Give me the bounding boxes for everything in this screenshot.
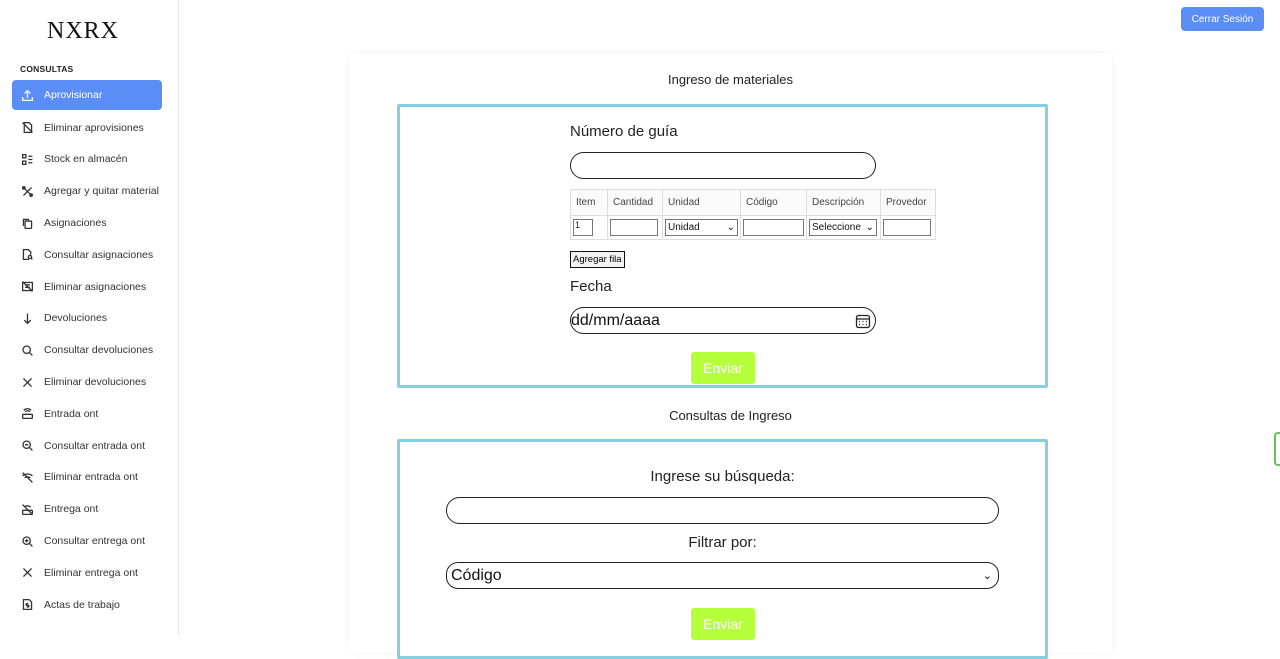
file-dollar-icon bbox=[20, 598, 34, 612]
consultas-form: Ingrese su búsqueda: Filtrar por: Código… bbox=[397, 439, 1048, 659]
sidebar-item-eliminar-entrega-ont[interactable]: Eliminar entrega ont bbox=[12, 557, 162, 589]
sidebar-item-asignaciones[interactable]: Asignaciones bbox=[12, 207, 162, 239]
sidebar-item-label: Eliminar entrada ont bbox=[44, 471, 138, 484]
sidebar-item-consultar-entrada-ont[interactable]: Consultar entrada ont bbox=[12, 430, 162, 462]
sidebar-item-label: Agregar y quitar material bbox=[44, 185, 159, 198]
sidebar-item-label: Consultar asignaciones bbox=[44, 248, 154, 261]
sidebar-item-entrega-ont[interactable]: Entrega ont bbox=[12, 493, 162, 525]
chevron-down-icon: ⌄ bbox=[982, 570, 992, 582]
consultas-submit-button[interactable]: Enviar bbox=[691, 608, 755, 640]
descripcion-select[interactable]: Seleccione ⌄ bbox=[809, 219, 877, 236]
filter-value: Código bbox=[451, 566, 502, 584]
sidebar-item-label: Consultar devoluciones bbox=[44, 344, 154, 357]
sidebar-menu: Aprovisionar Eliminar aprovisiones Stock… bbox=[12, 80, 162, 621]
main-card: Ingreso de materiales Número de guía Ite… bbox=[349, 53, 1112, 659]
chevron-down-icon: ⌄ bbox=[726, 222, 735, 233]
sidebar-item-label: Eliminar devoluciones bbox=[44, 376, 147, 389]
close-icon bbox=[20, 375, 34, 389]
sidebar-item-label: Eliminar asignaciones bbox=[44, 280, 147, 293]
table-row: 1 Unidad ⌄ Seleccione ⌄ bbox=[570, 215, 936, 240]
unidad-select[interactable]: Unidad ⌄ bbox=[665, 219, 738, 236]
zoom-in-icon bbox=[20, 534, 34, 548]
sidebar-item-label: Aprovisionar bbox=[44, 89, 103, 101]
sidebar-item-label: Actas de trabajo bbox=[44, 598, 120, 611]
sidebar-item-consultar-devoluciones[interactable]: Consultar devoluciones bbox=[12, 334, 162, 366]
sidebar-item-consultar-asignaciones[interactable]: Consultar asignaciones bbox=[12, 239, 162, 271]
wifi-off-icon bbox=[20, 470, 34, 484]
ingreso-title: Ingreso de materiales bbox=[667, 72, 793, 87]
router-icon bbox=[20, 407, 34, 421]
sidebar-item-stock[interactable]: Stock en almacén bbox=[12, 144, 162, 176]
sidebar-item-eliminar-aprovisiones[interactable]: Eliminar aprovisiones bbox=[12, 112, 162, 144]
sidebar-item-label: Asignaciones bbox=[44, 217, 107, 230]
sidebar-item-label: Eliminar entrega ont bbox=[44, 566, 138, 579]
column-header: Descripción bbox=[806, 189, 881, 216]
column-header: Provedor bbox=[880, 189, 936, 216]
column-header: Cantidad bbox=[607, 189, 663, 216]
item-input[interactable]: 1 bbox=[573, 219, 593, 236]
guia-label: Número de guía bbox=[570, 123, 678, 140]
search-icon bbox=[20, 343, 34, 357]
copy-icon bbox=[20, 216, 34, 230]
descripcion-value: Seleccione bbox=[812, 222, 861, 233]
file-off-icon bbox=[20, 121, 34, 135]
sidebar-item-eliminar-asignaciones[interactable]: Eliminar asignaciones bbox=[12, 271, 162, 303]
upload-icon bbox=[20, 88, 34, 102]
cantidad-input[interactable] bbox=[610, 219, 658, 236]
sidebar-item-label: Stock en almacén bbox=[44, 153, 128, 166]
list-off-icon bbox=[20, 280, 34, 294]
column-header: Código bbox=[740, 189, 807, 216]
sidebar-item-actas[interactable]: Actas de trabajo bbox=[12, 589, 162, 621]
provedor-input[interactable] bbox=[883, 219, 931, 236]
arrow-down-icon bbox=[20, 311, 34, 325]
close-icon bbox=[20, 566, 34, 580]
brand-logo: NXRX bbox=[46, 18, 119, 44]
search-input[interactable] bbox=[446, 497, 999, 524]
sidebar-item-eliminar-devoluciones[interactable]: Eliminar devoluciones bbox=[12, 366, 162, 398]
chevron-down-icon: ⌄ bbox=[865, 222, 874, 233]
sidebar-item-devoluciones[interactable]: Devoluciones bbox=[12, 303, 162, 335]
sidebar: NXRX CONSULTAS Aprovisionar Eliminar apr… bbox=[0, 0, 179, 635]
materials-table: Item Cantidad Unidad Código Descripción … bbox=[570, 189, 936, 240]
sidebar-item-entrada-ont[interactable]: Entrada ont bbox=[12, 398, 162, 430]
fecha-label: Fecha bbox=[570, 278, 612, 295]
table-header-row: Item Cantidad Unidad Código Descripción … bbox=[570, 189, 936, 216]
fecha-input[interactable]: dd/mm/aaaa bbox=[570, 307, 876, 334]
sidebar-item-label: Entrada ont bbox=[44, 407, 99, 420]
ingreso-form: Número de guía Item Cantidad Unidad Códi… bbox=[397, 104, 1048, 388]
sidebar-item-agregar-quitar[interactable]: Agregar y quitar material bbox=[12, 175, 162, 207]
logout-button[interactable]: Cerrar Sesión bbox=[1181, 7, 1264, 31]
sidebar-item-aprovisionar[interactable]: Aprovisionar bbox=[12, 80, 162, 110]
router-off-icon bbox=[20, 502, 34, 516]
column-header: Item bbox=[570, 189, 608, 216]
sidebar-item-label: Entrega ont bbox=[44, 503, 99, 516]
filter-select[interactable]: Código ⌄ bbox=[446, 562, 999, 589]
codigo-input[interactable] bbox=[743, 219, 804, 236]
sidebar-item-label: Consultar entrada ont bbox=[44, 439, 145, 452]
search-label: Ingrese su búsqueda: bbox=[650, 468, 795, 485]
filter-label: Filtrar por: bbox=[688, 534, 757, 551]
sidebar-item-label: Eliminar aprovisiones bbox=[44, 121, 144, 134]
sidebar-item-label: Devoluciones bbox=[44, 312, 108, 325]
sidebar-item-label: Consultar entrega ont bbox=[44, 535, 145, 548]
list-check-icon bbox=[20, 152, 34, 166]
guia-input[interactable] bbox=[570, 152, 876, 179]
ingreso-submit-button[interactable]: Enviar bbox=[691, 352, 755, 384]
fecha-placeholder: dd/mm/aaaa bbox=[571, 311, 660, 329]
consultas-title: Consultas de Ingreso bbox=[669, 408, 792, 423]
column-header: Unidad bbox=[662, 189, 741, 216]
sidebar-item-eliminar-entrada-ont[interactable]: Eliminar entrada ont bbox=[12, 462, 162, 494]
side-widget-tab[interactable] bbox=[1274, 432, 1280, 466]
file-search-icon bbox=[20, 248, 34, 262]
add-row-button[interactable]: Agregar fila bbox=[570, 251, 625, 268]
unidad-value: Unidad bbox=[668, 222, 700, 233]
zoom-search-icon bbox=[20, 439, 34, 453]
tools-icon bbox=[20, 184, 34, 198]
section-heading: CONSULTAS bbox=[20, 64, 74, 74]
calendar-icon[interactable] bbox=[855, 313, 871, 329]
sidebar-item-consultar-entrega-ont[interactable]: Consultar entrega ont bbox=[12, 525, 162, 557]
